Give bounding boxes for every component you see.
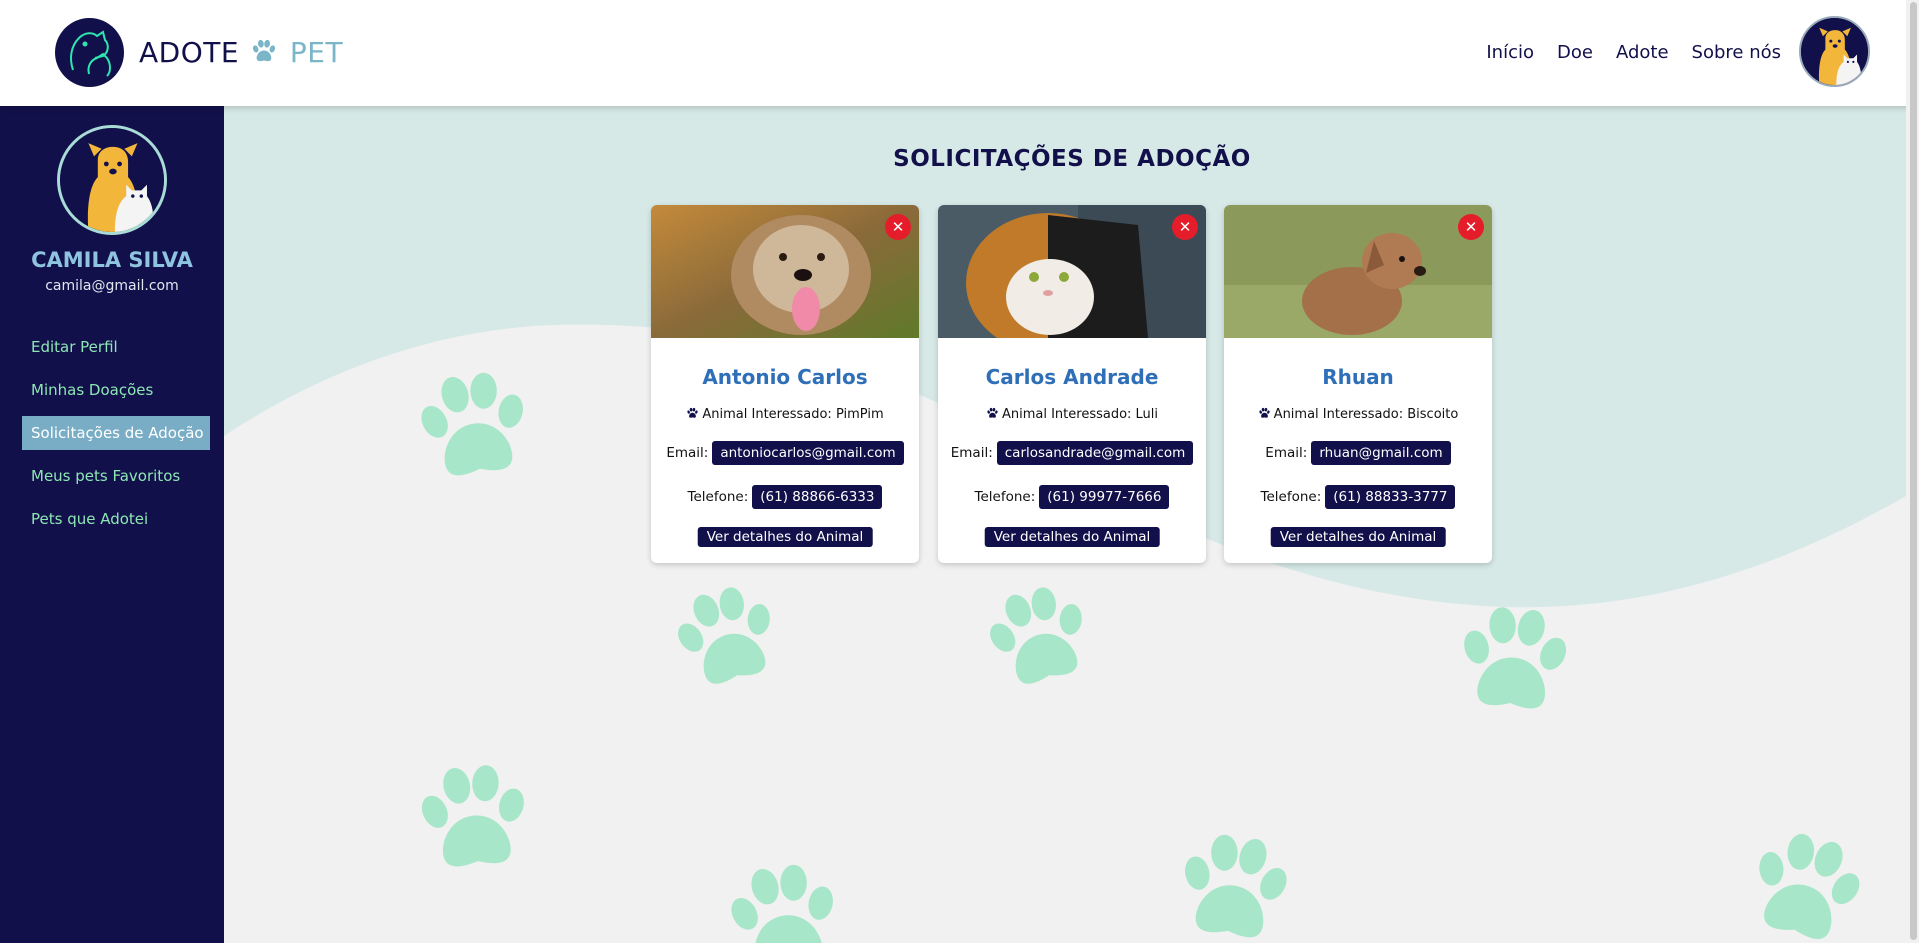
nav-doe[interactable]: Doe [1557,42,1593,63]
pet-photo-puppy [1224,205,1492,338]
phone-label: Telefone: [1260,489,1322,505]
requester-name: Rhuan [1322,365,1394,389]
logo-icon[interactable] [55,18,124,87]
sidebar-menu: Editar Perfil Minhas Doações Solicitaçõe… [22,330,210,545]
email-label: Email: [950,445,993,461]
view-animal-details-button[interactable]: Ver detalhes do Animal [1270,527,1446,547]
nav-sobre-nos[interactable]: Sobre nós [1692,42,1781,63]
paw-icon [686,407,699,419]
email-value[interactable]: rhuan@gmail.com [1311,441,1451,465]
main-content: SOLICITAÇÕES DE ADOÇÃO ✕ Antonio Carlos [224,106,1906,943]
email-row: Email: rhuan@gmail.com [1224,441,1492,465]
phone-value[interactable]: (61) 88866-6333 [752,485,883,509]
view-animal-details-button[interactable]: Ver detalhes do Animal [697,527,873,547]
phone-label: Telefone: [974,489,1036,505]
email-label: Email: [666,445,709,461]
interested-animal: Animal Interessado: Biscoito [1224,407,1492,422]
sidebar-item-minhas-doacoes[interactable]: Minhas Doações [22,373,210,407]
phone-value[interactable]: (61) 99977-7666 [1039,485,1170,509]
brand-logo[interactable]: ADOTE PET [139,36,343,69]
phone-row: Telefone: (61) 88833-3777 [1224,485,1492,509]
user-avatar[interactable] [1799,16,1870,87]
phone-row: Telefone: (61) 88866-6333 [651,485,919,509]
request-card: ✕ Carlos Andrade Animal Interessado: Lul… [938,205,1206,563]
scrollbar-thumb[interactable] [1910,2,1917,940]
pet-photo-cat-calico [938,205,1206,338]
email-label: Email: [1265,445,1308,461]
profile-sidebar: CAMILA SILVA camila@gmail.com Editar Per… [0,106,224,943]
sidebar-item-solicitacoes[interactable]: Solicitações de Adoção [22,416,210,450]
sidebar-item-editar-perfil[interactable]: Editar Perfil [22,330,210,364]
main-nav: Início Doe Adote Sobre nós [1486,42,1781,63]
nav-inicio[interactable]: Início [1486,42,1534,63]
interested-animal: Animal Interessado: PimPim [651,407,919,422]
request-card: ✕ Rhuan Animal Interessado: Biscoito Ema… [1224,205,1492,563]
paw-icon [986,407,999,419]
email-row: Email: carlosandrade@gmail.com [938,441,1206,465]
profile-name: CAMILA SILVA [31,248,193,272]
nav-adote[interactable]: Adote [1616,42,1669,63]
brand-adote: ADOTE [139,36,240,69]
profile-avatar [57,125,167,235]
brand-pet: PET [289,36,344,69]
profile-email: camila@gmail.com [45,278,179,294]
request-card: ✕ Antonio Carlos Animal Interessado: Pim… [651,205,919,563]
phone-label: Telefone: [687,489,749,505]
interested-animal: Animal Interessado: Luli [938,407,1206,422]
phone-row: Telefone: (61) 99977-7666 [938,485,1206,509]
close-icon[interactable]: ✕ [1172,214,1198,240]
email-value[interactable]: carlosandrade@gmail.com [996,441,1194,465]
requester-name: Antonio Carlos [702,365,868,389]
interested-animal-label: Animal Interessado: Luli [1001,407,1159,422]
sidebar-item-adotei[interactable]: Pets que Adotei [22,502,210,536]
view-animal-details-button[interactable]: Ver detalhes do Animal [984,527,1160,547]
close-icon[interactable]: ✕ [885,214,911,240]
close-icon[interactable]: ✕ [1458,214,1484,240]
page-title: SOLICITAÇÕES DE ADOÇÃO [893,146,1251,172]
sidebar-item-favoritos[interactable]: Meus pets Favoritos [22,459,210,493]
interested-animal-label: Animal Interessado: PimPim [702,407,884,422]
phone-value[interactable]: (61) 88833-3777 [1325,485,1456,509]
top-header: ADOTE PET Início Doe Adote Sobre nós [0,0,1919,106]
pet-photo-dog-scruffy [651,205,919,338]
requester-name: Carlos Andrade [985,365,1159,389]
paw-icon [249,38,279,64]
email-value[interactable]: antoniocarlos@gmail.com [712,441,904,465]
email-row: Email: antoniocarlos@gmail.com [651,441,919,465]
interested-animal-label: Animal Interessado: Biscoito [1273,407,1459,422]
paw-icon [1258,407,1271,419]
